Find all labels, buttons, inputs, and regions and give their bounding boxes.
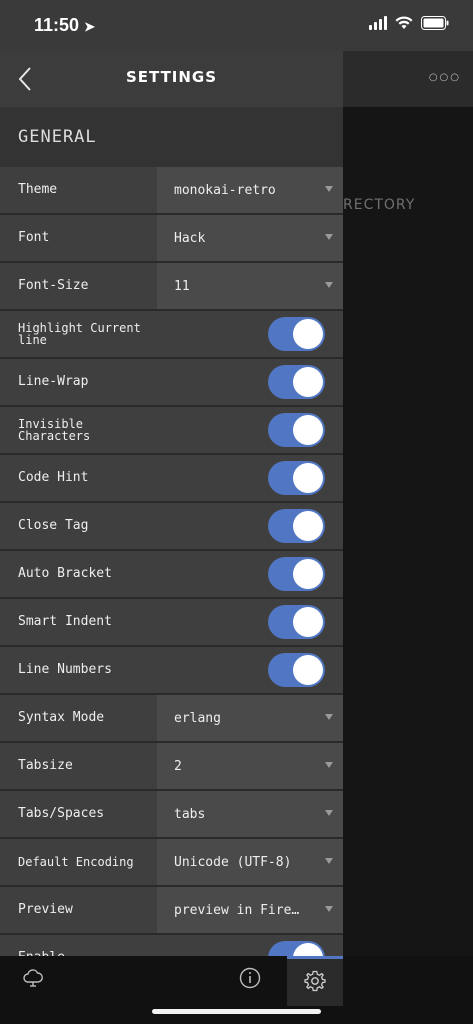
setting-select[interactable]: erlang bbox=[157, 695, 343, 741]
setting-label: Code Hint bbox=[18, 470, 89, 485]
settings-row: Auto Bracket bbox=[0, 551, 343, 599]
info-icon[interactable] bbox=[239, 967, 261, 993]
dropdown-caret-icon bbox=[325, 714, 333, 720]
setting-label: Theme bbox=[18, 182, 58, 197]
setting-select[interactable]: 11 bbox=[157, 263, 343, 309]
setting-label: Line-Wrap bbox=[18, 374, 89, 389]
settings-row: Tabs/Spaces tabs bbox=[0, 791, 343, 839]
editor-directory-text: RECTORY bbox=[343, 197, 416, 213]
setting-label: Invisible Characters bbox=[18, 417, 91, 443]
toggle-knob bbox=[293, 607, 323, 637]
toggle-knob bbox=[293, 367, 323, 397]
battery-icon bbox=[421, 16, 449, 30]
settings-row: Font-Size 11 bbox=[0, 263, 343, 311]
setting-select-value: monokai-retro bbox=[174, 182, 276, 198]
setting-select-value: erlang bbox=[174, 710, 221, 726]
setting-toggle[interactable] bbox=[268, 461, 325, 495]
dropdown-caret-icon bbox=[325, 234, 333, 240]
setting-label: Smart Indent bbox=[18, 614, 112, 629]
setting-select-value: 2 bbox=[174, 758, 182, 774]
more-options-icon[interactable]: ○○○ bbox=[429, 72, 461, 83]
settings-list: Theme monokai-retro Font Hack Font-Size 11 Hig… bbox=[0, 167, 343, 956]
settings-row: Smart Indent bbox=[0, 599, 343, 647]
status-bar: 11:50 ➤ bbox=[0, 0, 473, 51]
section-general: GENERAL bbox=[0, 107, 343, 167]
dropdown-caret-icon bbox=[325, 762, 333, 768]
setting-label: Font bbox=[18, 230, 50, 245]
setting-toggle[interactable] bbox=[268, 941, 325, 956]
gear-icon[interactable] bbox=[304, 970, 326, 996]
settings-row: Line-Wrap bbox=[0, 359, 343, 407]
dropdown-caret-icon bbox=[325, 282, 333, 288]
settings-row: Code Hint bbox=[0, 455, 343, 503]
home-indicator bbox=[152, 1009, 321, 1014]
setting-label: Close Tag bbox=[18, 518, 89, 533]
setting-toggle[interactable] bbox=[268, 653, 325, 687]
settings-row: Line Numbers bbox=[0, 647, 343, 695]
setting-label: Line Numbers bbox=[18, 662, 112, 677]
setting-label: Syntax Mode bbox=[18, 710, 105, 725]
setting-toggle[interactable] bbox=[268, 317, 325, 351]
settings-row: Preview preview in Fire… bbox=[0, 887, 343, 935]
setting-select[interactable]: 2 bbox=[157, 743, 343, 789]
section-title: GENERAL bbox=[18, 127, 97, 147]
setting-label: Default Encoding bbox=[18, 855, 134, 869]
setting-toggle[interactable] bbox=[268, 413, 325, 447]
setting-label: Highlight Current line bbox=[18, 321, 141, 347]
settings-row: Invisible Characters bbox=[0, 407, 343, 455]
setting-label: Tabsize bbox=[18, 758, 73, 773]
setting-toggle[interactable] bbox=[268, 509, 325, 543]
setting-select-value: preview in Fire… bbox=[174, 902, 300, 918]
setting-select-value: 11 bbox=[174, 278, 190, 294]
cloud-icon[interactable] bbox=[22, 968, 44, 992]
setting-select-value: tabs bbox=[174, 806, 206, 822]
setting-toggle[interactable] bbox=[268, 557, 325, 591]
setting-select[interactable]: Hack bbox=[157, 215, 343, 261]
dropdown-caret-icon bbox=[325, 810, 333, 816]
settings-panel: SETTINGS GENERAL Theme monokai-retro Font H… bbox=[0, 51, 343, 956]
settings-row: Close Tag bbox=[0, 503, 343, 551]
setting-select[interactable]: Unicode (UTF-8) bbox=[157, 839, 343, 885]
toggle-knob bbox=[293, 943, 323, 956]
setting-select-value: Unicode (UTF-8) bbox=[174, 854, 292, 870]
settings-row: Enable bbox=[0, 935, 343, 956]
toggle-knob bbox=[293, 463, 323, 493]
wifi-icon bbox=[395, 16, 413, 30]
setting-label: Preview bbox=[18, 902, 73, 917]
settings-row: Font Hack bbox=[0, 215, 343, 263]
setting-label: Enable bbox=[0, 935, 154, 956]
settings-row: Tabsize 2 bbox=[0, 743, 343, 791]
settings-row: Default Encoding Unicode (UTF-8) bbox=[0, 839, 343, 887]
setting-select-value: Hack bbox=[174, 230, 206, 246]
editor-background bbox=[343, 0, 473, 1024]
toggle-knob bbox=[293, 559, 323, 589]
setting-toggle[interactable] bbox=[268, 605, 325, 639]
settings-row: Syntax Mode erlang bbox=[0, 695, 343, 743]
settings-row: Theme monokai-retro bbox=[0, 167, 343, 215]
setting-label: Tabs/Spaces bbox=[18, 806, 105, 821]
setting-toggle[interactable] bbox=[268, 365, 325, 399]
toggle-knob bbox=[293, 511, 323, 541]
setting-label: Auto Bracket bbox=[18, 566, 112, 581]
setting-select[interactable]: tabs bbox=[157, 791, 343, 837]
settings-header: SETTINGS bbox=[0, 51, 343, 107]
dropdown-caret-icon bbox=[325, 186, 333, 192]
location-arrow-icon: ➤ bbox=[84, 19, 95, 34]
dropdown-caret-icon bbox=[325, 906, 333, 912]
toggle-knob bbox=[293, 319, 323, 349]
dropdown-caret-icon bbox=[325, 858, 333, 864]
setting-select[interactable]: monokai-retro bbox=[157, 167, 343, 213]
toggle-knob bbox=[293, 655, 323, 685]
setting-label: Font-Size bbox=[18, 278, 89, 293]
page-title: SETTINGS bbox=[125, 68, 218, 86]
status-icons bbox=[369, 16, 449, 30]
status-time: 11:50 ➤ bbox=[34, 15, 95, 35]
setting-select[interactable]: preview in Fire… bbox=[157, 887, 343, 933]
cellular-signal-icon bbox=[369, 16, 387, 30]
settings-row: Highlight Current line bbox=[0, 311, 343, 359]
toggle-knob bbox=[293, 415, 323, 445]
